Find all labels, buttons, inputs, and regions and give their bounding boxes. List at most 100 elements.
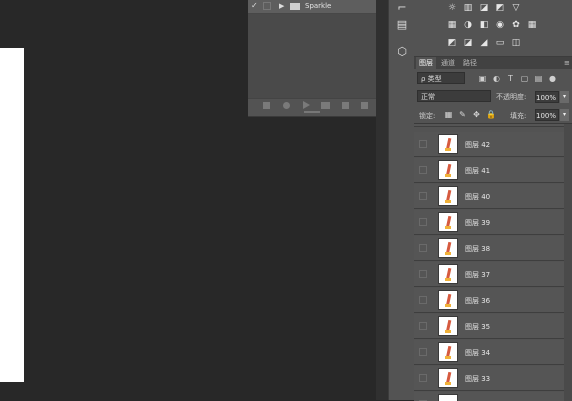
layer-thumbnail: [438, 212, 458, 232]
opacity-input[interactable]: 100%: [535, 91, 559, 103]
layer-name: 图层 40: [465, 193, 491, 201]
lock-position-move-icon[interactable]: ✥: [472, 110, 481, 119]
layer-thumbnail: [438, 238, 458, 258]
tab-channels[interactable]: 通道: [438, 57, 458, 69]
actions-list-area: [248, 14, 376, 98]
visibility-toggle-icon[interactable]: [419, 166, 427, 174]
dialog-toggle-box[interactable]: [263, 2, 271, 10]
panel-icon-strip: ⌐ ▤ ⬡: [388, 0, 415, 400]
tab-paths[interactable]: 路径: [460, 57, 480, 69]
layers-panel: 图层 通道 路径 ≡ ρ 类型 ▣ ◐ T ▢ ▤ ● 正常 不透明度: 100…: [414, 56, 572, 401]
type-filter-icon[interactable]: T: [506, 74, 515, 83]
actions-panel: ✓ ▶ Sparkle: [248, 0, 376, 117]
hue-saturation-icon[interactable]: ▦: [446, 20, 458, 30]
gradient-map-icon[interactable]: ▭: [494, 38, 506, 48]
layer-name: 图层 42: [465, 141, 491, 149]
layer-row[interactable]: 图层 36: [414, 288, 572, 313]
brightness-icon[interactable]: ☼: [446, 3, 458, 13]
levels-icon[interactable]: ▥: [462, 3, 474, 13]
lock-transparent-icon[interactable]: ▦: [444, 110, 453, 119]
layer-thumbnail: [438, 264, 458, 284]
curves-icon[interactable]: ◪: [478, 3, 490, 13]
expand-arrow-icon[interactable]: ▶: [279, 2, 284, 10]
lock-pixels-brush-icon[interactable]: ✎: [458, 110, 467, 119]
pixel-filter-icon[interactable]: ▣: [478, 74, 487, 83]
stop-icon[interactable]: [263, 102, 270, 109]
record-icon[interactable]: [283, 102, 290, 109]
fill-input[interactable]: 100%: [535, 109, 559, 121]
filter-kind-select[interactable]: ρ 类型: [417, 72, 465, 84]
layer-row[interactable]: 图层 37: [414, 262, 572, 287]
visibility-toggle-icon[interactable]: [419, 192, 427, 200]
visibility-toggle-icon[interactable]: [419, 374, 427, 382]
vibrance-icon[interactable]: ▽: [510, 3, 522, 13]
layer-name: 图层 34: [465, 349, 491, 357]
layer-row[interactable]: 图层 42: [414, 132, 572, 157]
filter-toggle-icon[interactable]: ●: [548, 74, 557, 83]
layers-scrollbar[interactable]: [564, 124, 572, 401]
play-icon[interactable]: [303, 101, 310, 109]
layer-row[interactable]: 图层 39: [414, 210, 572, 235]
invert-icon[interactable]: ◩: [446, 38, 458, 48]
layer-thumbnail: [438, 186, 458, 206]
opacity-label: 不透明度:: [496, 93, 527, 101]
layer-row[interactable]: 图层 35: [414, 314, 572, 339]
action-set-row[interactable]: ✓ ▶ Sparkle: [248, 0, 376, 14]
adjustment-filter-icon[interactable]: ◐: [492, 74, 501, 83]
new-action-icon[interactable]: [342, 102, 349, 109]
layer-row-partial[interactable]: [414, 124, 572, 127]
black-white-icon[interactable]: ◧: [478, 20, 490, 30]
layer-name: 图层 41: [465, 167, 491, 175]
panel-divider: [376, 0, 388, 400]
color-lookup-icon[interactable]: ▦: [526, 20, 538, 30]
layer-name: 图层 37: [465, 271, 491, 279]
brush-preset-icon[interactable]: ⌐: [394, 0, 410, 16]
selective-color-icon[interactable]: ◫: [510, 38, 522, 48]
opacity-dropdown-icon[interactable]: ▾: [560, 91, 569, 103]
new-set-folder-icon[interactable]: [321, 102, 330, 109]
fill-dropdown-icon[interactable]: ▾: [560, 109, 569, 121]
layer-row[interactable]: 图层 33: [414, 366, 572, 391]
blend-mode-select[interactable]: 正常: [417, 90, 491, 102]
layer-row[interactable]: 图层 40: [414, 184, 572, 209]
3d-cube-icon[interactable]: ⬡: [394, 44, 410, 60]
threshold-icon[interactable]: ◢: [478, 38, 490, 48]
tab-layers[interactable]: 图层: [416, 57, 436, 69]
layer-name: 图层 38: [465, 245, 491, 253]
lock-all-padlock-icon[interactable]: 🔒: [486, 110, 496, 119]
panel-resize-grip[interactable]: [304, 111, 320, 113]
layer-thumbnail: [438, 134, 458, 154]
layer-name: 图层 35: [465, 323, 491, 331]
layer-row[interactable]: 图层 38: [414, 236, 572, 261]
visibility-toggle-icon[interactable]: [419, 296, 427, 304]
layer-filter-row: ρ 类型 ▣ ◐ T ▢ ▤ ●: [414, 71, 572, 87]
layer-list: 图层 42 图层 41 图层 40 图层 39 图层 38 图层 37 图层 3…: [414, 124, 572, 401]
layer-thumbnail: [438, 316, 458, 336]
smart-object-filter-icon[interactable]: ▤: [534, 74, 543, 83]
visibility-toggle-icon[interactable]: [419, 140, 427, 148]
color-balance-icon[interactable]: ◑: [462, 20, 474, 30]
posterize-icon[interactable]: ◪: [462, 38, 474, 48]
panel-menu-icon[interactable]: ≡: [564, 59, 570, 67]
clone-source-icon[interactable]: ▤: [394, 17, 410, 33]
delete-trash-icon[interactable]: [361, 102, 368, 109]
actions-footer: [248, 98, 376, 112]
visibility-toggle-icon[interactable]: [419, 348, 427, 356]
exposure-icon[interactable]: ◩: [494, 3, 506, 13]
toggle-item-check-icon[interactable]: ✓: [251, 2, 259, 10]
channel-mixer-icon[interactable]: ✿: [510, 20, 522, 30]
visibility-toggle-icon[interactable]: [419, 270, 427, 278]
layer-row[interactable]: 图层 34: [414, 340, 572, 365]
photo-filter-icon[interactable]: ◉: [494, 20, 506, 30]
panel-tabs: 图层 通道 路径 ≡: [414, 57, 572, 69]
layer-thumbnail: [438, 290, 458, 310]
document-canvas[interactable]: [0, 48, 24, 382]
layer-thumbnail: [438, 342, 458, 362]
visibility-toggle-icon[interactable]: [419, 244, 427, 252]
visibility-toggle-icon[interactable]: [419, 218, 427, 226]
visibility-toggle-icon[interactable]: [419, 322, 427, 330]
adjustments-panel: ☼ ▥ ◪ ◩ ▽ ▦ ◑ ◧ ◉ ✿ ▦ ◩ ◪ ◢ ▭ ◫: [414, 0, 572, 56]
layer-row[interactable]: 图层 41: [414, 158, 572, 183]
shape-filter-icon[interactable]: ▢: [520, 74, 529, 83]
layer-thumbnail: [438, 160, 458, 180]
